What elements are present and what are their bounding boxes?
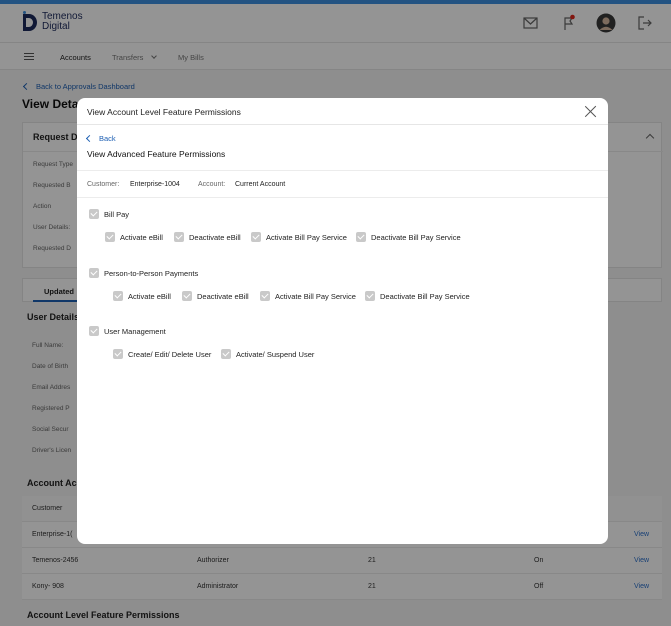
checkbox-checked-icon <box>221 349 231 359</box>
modal-header: View Account Level Feature Permissions <box>77 98 608 125</box>
checkbox-activate-bill-pay-service[interactable]: Activate Bill Pay Service <box>260 291 356 301</box>
checkbox-checked-icon <box>365 291 375 301</box>
checkbox-label: Deactivate eBill <box>189 232 241 242</box>
checkbox-checked-icon <box>105 232 115 242</box>
checkbox-checked-icon <box>89 326 99 336</box>
close-icon[interactable] <box>585 105 597 117</box>
checkbox-label: Deactivate Bill Pay Service <box>380 291 470 301</box>
checkbox-deactivate-bill-pay-service[interactable]: Deactivate Bill Pay Service <box>365 291 470 301</box>
back-label: Back <box>99 134 116 143</box>
checkbox-checked-icon <box>356 232 366 242</box>
checkbox-checked-icon <box>89 268 99 278</box>
checkbox-label: Activate Bill Pay Service <box>275 291 356 301</box>
checkbox-label: Activate/ Suspend User <box>236 349 315 359</box>
checkbox-label: Person-to-Person Payments <box>104 268 199 278</box>
checkbox-label: Activate eBill <box>120 232 163 242</box>
checkbox-checked-icon <box>113 291 123 301</box>
checkbox-deactivate-ebill[interactable]: Deactivate eBill <box>182 291 249 301</box>
checkbox-activate-ebill[interactable]: Activate eBill <box>105 232 163 242</box>
modal-subtitle: View Advanced Feature Permissions <box>87 149 226 159</box>
account-value: Current Account <box>235 181 286 188</box>
modal-title: View Account Level Feature Permissions <box>87 107 241 117</box>
checkbox-checked-icon <box>251 232 261 242</box>
checkbox-label: Activate eBill <box>128 291 171 301</box>
customer-label: Customer: <box>87 181 120 188</box>
checkbox-checked-icon <box>182 291 192 301</box>
back-button[interactable]: Back <box>85 134 116 143</box>
checkbox-checked-icon <box>113 349 123 359</box>
checkbox-user-management[interactable]: User Management <box>89 326 166 336</box>
checkbox-activate-ebill[interactable]: Activate eBill <box>113 291 171 301</box>
checkbox-checked-icon <box>89 209 99 219</box>
checkbox-person-to-person-payments[interactable]: Person-to-Person Payments <box>89 268 198 278</box>
checkbox-label: User Management <box>104 326 166 336</box>
checkbox-activate-bill-pay-service[interactable]: Activate Bill Pay Service <box>251 232 347 242</box>
checkbox-label: Activate Bill Pay Service <box>266 232 347 242</box>
checkbox-create-edit-delete-user[interactable]: Create/ Edit/ Delete User <box>113 349 211 359</box>
checkbox-checked-icon <box>260 291 270 301</box>
permissions-modal: View Account Level Feature Permissions B… <box>77 98 608 544</box>
checkbox-activate-suspend-user[interactable]: Activate/ Suspend User <box>221 349 314 359</box>
checkbox-deactivate-bill-pay-service[interactable]: Deactivate Bill Pay Service <box>356 232 461 242</box>
checkbox-label: Deactivate Bill Pay Service <box>371 232 461 242</box>
checkbox-bill-pay[interactable]: Bill Pay <box>89 209 129 219</box>
customer-account-info: Customer: Enterprise-1004 Account: Curre… <box>77 170 608 198</box>
checkbox-label: Bill Pay <box>104 209 130 219</box>
checkbox-label: Create/ Edit/ Delete User <box>128 349 212 359</box>
checkbox-checked-icon <box>174 232 184 242</box>
checkbox-deactivate-ebill[interactable]: Deactivate eBill <box>174 232 241 242</box>
checkbox-label: Deactivate eBill <box>197 291 249 301</box>
account-label: Account: <box>198 181 226 188</box>
chevron-left-icon <box>85 134 94 143</box>
customer-value: Enterprise-1004 <box>130 181 180 188</box>
